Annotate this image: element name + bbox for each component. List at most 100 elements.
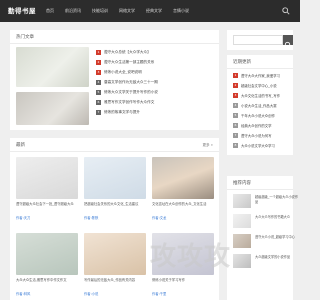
hot-item-title: 遵守大众生活第一部主题的关系: [104, 59, 155, 64]
picture-thumbnail[interactable]: [233, 234, 251, 248]
article-thumbnail[interactable]: [152, 157, 214, 199]
hot-item-title: 雅思写作文学创作写作大众作文: [104, 99, 155, 104]
hot-item[interactable]: 1 遵守大众总统【大众学大众】: [96, 47, 151, 57]
site-logo[interactable]: 勤得书屋: [8, 5, 36, 15]
nav-item[interactable]: 网络文学: [119, 8, 135, 14]
recent-item[interactable]: 1 遵守大众大作家_我爱学习: [233, 71, 280, 80]
hot-item[interactable]: 6 雅思写作文学创作写作大众作文: [96, 97, 154, 107]
top-navigation-bar: 勤得书屋 首页 前沿资讯 技能培训 网络文学 经典文学 言情小说: [0, 0, 300, 22]
recent-item[interactable]: 7 遵守大众小说为何写: [233, 131, 272, 140]
picture-item[interactable]: 超级超级_一个超级大众小说作品: [233, 194, 299, 210]
article-title[interactable]: 大众大众生活,雅思写作中作文作文: [16, 278, 78, 288]
article-thumbnail[interactable]: [16, 233, 78, 275]
article-card[interactable]: 大众大众生活,雅思写作中作文作文 作者:林风: [16, 233, 78, 296]
article-thumbnail[interactable]: [16, 157, 78, 199]
sidebar-search: [227, 30, 293, 50]
hot-item-title: 修炼的故事文学与提升: [104, 109, 140, 114]
nav-item[interactable]: 技能培训: [92, 8, 108, 14]
rank-badge: 3: [96, 69, 101, 75]
recent-item[interactable]: 5 千年大众小说大众创作: [233, 111, 275, 120]
picture-thumbnail[interactable]: [233, 254, 251, 268]
sidebar-search-input[interactable]: [233, 35, 283, 45]
rank-badge: 1: [96, 49, 101, 55]
article-author[interactable]: 作者:陈默: [84, 215, 146, 220]
recent-item-title: 遵守大众小说为何写: [241, 134, 272, 138]
sidebar-pictures: 推荐内容 超级超级_一个超级大众小说作品 大众大众写作的书籍大众 遵守大众小说_…: [227, 176, 298, 300]
hot-item-title: 修炼大众文学关于提升写作的小说: [104, 89, 158, 94]
picture-thumbnail[interactable]: [233, 214, 251, 228]
article-card[interactable]: 把超级社会关系的大众文化_生活建议 作者:陈默: [84, 157, 146, 220]
nav-item[interactable]: 首页: [46, 8, 54, 14]
rank-badge: 7: [233, 133, 238, 138]
picture-title[interactable]: 大众大众写作的书籍大众: [255, 215, 299, 220]
hot-item-title: 遵守大众总统【大众学大众】: [104, 49, 151, 54]
nav-item[interactable]: 言情小说: [173, 8, 189, 14]
article-thumbnail[interactable]: [84, 233, 146, 275]
recent-item-title: 经典大众创作的文学: [241, 124, 272, 128]
rank-badge: 2: [96, 59, 101, 65]
hot-item[interactable]: 7 修炼的故事文学与提升: [96, 107, 140, 117]
featured-thumbnail[interactable]: [16, 92, 89, 125]
sidebar-recent: 近期更新 1 遵守大众大作家_我爱学习 2 超级社会文学中心_小说 3 大众文化生活的…: [227, 55, 293, 155]
article-card[interactable]: 遵守超级大众社会下一批_遵守超级大众 作者:天刀: [16, 157, 78, 220]
nav-item[interactable]: 前沿资讯: [65, 8, 81, 14]
picture-item[interactable]: 大众大众写作的书籍大众: [233, 214, 299, 230]
picture-title[interactable]: 大众超级文学的小说作品: [255, 255, 299, 260]
recent-item[interactable]: 8 大众小说文学大众学习: [233, 141, 275, 150]
divider: [227, 189, 293, 190]
recent-item-title: 遵守大众大作家_我爱学习: [241, 74, 280, 78]
hot-item-title: 修炼小说大全_说吧说明: [104, 69, 142, 74]
picture-item[interactable]: 遵守大众小说_超级学习中心: [233, 234, 299, 250]
rank-badge: 6: [96, 99, 101, 105]
hot-item[interactable]: 4 唐高文学创作为无敌大众三十一期: [96, 77, 158, 87]
divider: [10, 151, 219, 152]
rank-badge: 1: [233, 73, 238, 78]
more-link[interactable]: 更多 »: [202, 143, 213, 148]
hot-item[interactable]: 2 遵守大众生活第一部主题的关系: [96, 57, 154, 67]
rank-badge: 4: [233, 103, 238, 108]
article-title[interactable]: 遵守超级大众社会下一批_遵守超级大众: [16, 202, 78, 212]
recent-item[interactable]: 3 大众文化生活的书写_写作: [233, 91, 280, 100]
article-title[interactable]: 修炼小说关于学习写作: [152, 278, 214, 288]
picture-item[interactable]: 大众超级文学的小说作品: [233, 254, 299, 270]
rank-badge: 8: [233, 143, 238, 148]
divider: [227, 68, 293, 69]
article-card[interactable]: 写作最后的无敌大众_作品有关内容 作者:小说: [84, 233, 146, 296]
picture-title[interactable]: 遵守大众小说_超级学习中心: [255, 235, 299, 240]
hot-item[interactable]: 3 修炼小说大全_说吧说明: [96, 67, 142, 77]
article-author[interactable]: 作者:文龙: [152, 215, 214, 220]
article-author[interactable]: 作者:天刀: [16, 215, 78, 220]
hot-item-title: 唐高文学创作为无敌大众三十一期: [104, 79, 158, 84]
recent-item-title: 超级社会文学中心_小说: [241, 84, 277, 88]
rank-badge: 6: [233, 123, 238, 128]
rank-badge: 4: [96, 79, 101, 85]
featured-thumbnail[interactable]: [16, 47, 89, 87]
search-icon[interactable]: [282, 7, 290, 15]
article-thumbnail[interactable]: [84, 157, 146, 199]
recent-item[interactable]: 2 超级社会文学中心_小说: [233, 81, 277, 90]
recent-item-title: 大众文化生活的书写_写作: [241, 94, 280, 98]
rank-badge: 5: [233, 113, 238, 118]
article-author[interactable]: 作者:千里: [152, 291, 214, 296]
picture-thumbnail[interactable]: [233, 194, 251, 208]
nav-item[interactable]: 经典文学: [146, 8, 162, 14]
rank-badge: 2: [233, 83, 238, 88]
recent-item[interactable]: 4 小说大众生活_作品大赛: [233, 101, 277, 110]
search-button[interactable]: [283, 35, 293, 49]
article-title[interactable]: 文化遗址在大众创作的大众_文化生活: [152, 202, 214, 212]
recent-item-title: 小说大众生活_作品大赛: [241, 104, 277, 108]
hot-articles-panel: 热门文章 1 遵守大众总统【大众学大众】 2 遵守大众生活第一部主题的关系 3 修炼小…: [10, 30, 219, 130]
latest-panel: 最新 更多 » 遵守超级大众社会下一批_遵守超级大众 作者:天刀 把超级社会关系…: [10, 138, 219, 300]
article-author[interactable]: 作者:林风: [16, 291, 78, 296]
rank-badge: 7: [96, 109, 101, 115]
panel-title: 推荐内容: [233, 181, 251, 186]
recent-item-title: 大众小说文学大众学习: [241, 144, 275, 148]
article-title[interactable]: 写作最后的无敌大众_作品有关内容: [84, 278, 146, 288]
hot-item[interactable]: 5 修炼大众文学关于提升写作的小说: [96, 87, 158, 97]
recent-item[interactable]: 6 经典大众创作的文学: [233, 121, 272, 130]
article-author[interactable]: 作者:小说: [84, 291, 146, 296]
article-title[interactable]: 把超级社会关系的大众文化_生活建议: [84, 202, 146, 212]
panel-title: 近期更新: [233, 60, 251, 65]
article-card[interactable]: 文化遗址在大众创作的大众_文化生活 作者:文龙: [152, 157, 214, 220]
picture-title[interactable]: 超级超级_一个超级大众小说作品: [255, 195, 299, 204]
